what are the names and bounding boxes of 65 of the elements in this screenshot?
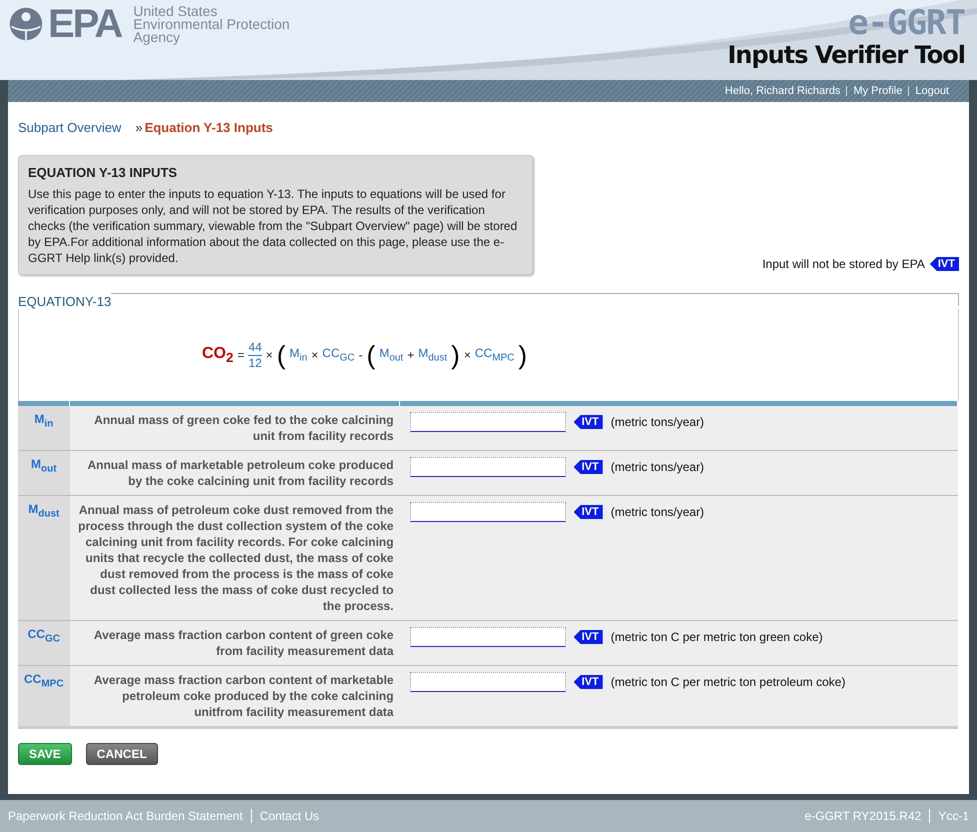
equation-variable: M$_{out}$: [379, 346, 404, 364]
input-description: Annual mass of marketable petroleum coke produced by the coke calcining unit from facility records: [87, 458, 394, 488]
unit-label: (metric ton C per metric ton petroleum coke): [610, 675, 846, 689]
variable-symbol: M$_{out}$: [31, 457, 57, 471]
agency-name-line: Environmental Protection: [133, 18, 290, 30]
equation-operator: =: [237, 348, 244, 362]
ivt-badge: IVT: [574, 505, 603, 519]
input-field[interactable]: [410, 412, 566, 432]
unit-label: (metric tons/year): [610, 505, 704, 519]
input-description: Annual mass of petroleum coke dust removed from the process through the dust collection system of the coke calcining unit from facility records. For coke calcining units that recycle the collected dust, the mass of coke dust removed from the process is the mass of coke dust collected less the mass of coke dust recycled to the process.: [78, 503, 394, 613]
ivt-badge: IVT: [574, 675, 603, 689]
save-button[interactable]: SAVE: [18, 743, 72, 765]
user-link[interactable]: My Profile: [853, 85, 902, 97]
variable-symbol: M$_{in}$: [34, 412, 54, 426]
product-name: e-GGRT: [848, 6, 965, 40]
equation-operator: -: [358, 348, 363, 362]
equation-variable: M$_{in}$: [289, 346, 308, 364]
input-description: Average mass fraction carbon content of green coke from facility measurement data: [94, 628, 394, 658]
info-title: EQUATION Y-13 INPUTS: [28, 165, 178, 180]
ivt-badge: IVT: [930, 257, 959, 271]
agency-name-line: Agency: [133, 30, 180, 44]
equation-operator: +: [407, 348, 414, 362]
equation-legend: EQUATIONY-13: [18, 291, 112, 309]
equation-operator: ×: [266, 348, 273, 362]
version-text: Ycc-1: [938, 809, 969, 823]
input-description: Average mass fraction carbon content of marketable petroleum coke produced by the coke calcining unitfrom facility measurement data: [94, 673, 394, 719]
input-field[interactable]: [410, 502, 566, 522]
variable-symbol: CC$_{GC}$: [28, 627, 60, 641]
version-text: e-GGRT RY2015.R42: [804, 809, 922, 823]
unit-label: (metric tons/year): [610, 460, 704, 474]
flower-logo-icon: [8, 6, 44, 42]
variable-symbol: CC$_{MPC}$: [24, 672, 64, 686]
equation-variable: CC$_{GC}$: [322, 346, 355, 364]
fraction-denominator: 12: [248, 354, 262, 370]
equation-variable: CC$_{MPC}$: [474, 346, 514, 364]
variable-symbol: M$_{dust}$: [28, 502, 60, 516]
info-text: Use this page to enter the inputs to equation Y-13. The inputs to equations will be used for verification purposes only, and will not be stored by EPA. The results of the verification checks (the verification summary, viewable from the "Subpart Overview" page) will be stored by EPA.For additional information about the data collected on this page, please use the e-GGRT Help link(s) provided.: [28, 186, 518, 266]
input-field[interactable]: [410, 457, 566, 477]
tool-title: Inputs Verifier Tool: [727, 40, 965, 70]
equation-result: CO$_{2}$: [202, 344, 234, 366]
equation-parenthesis: ): [518, 342, 528, 368]
equation-operator: ×: [464, 348, 471, 362]
agency-name-line: United States: [133, 4, 218, 18]
unit-label: (metric ton C per metric ton green coke): [610, 630, 823, 644]
greeting-text: Hello, Richard Richards: [724, 85, 840, 97]
equation-parenthesis: (: [366, 342, 376, 368]
breadcrumb-link[interactable]: Subpart Overview: [18, 120, 122, 135]
input-field[interactable]: [410, 672, 566, 692]
equation-variable: M$_{dust}$: [418, 346, 448, 364]
breadcrumb-separator: »: [135, 120, 143, 135]
equation-parenthesis: (: [276, 342, 286, 368]
cancel-button[interactable]: CANCEL: [86, 743, 158, 765]
ivt-badge: IVT: [574, 630, 603, 644]
logo-text: EPA: [48, 4, 122, 44]
input-field[interactable]: [410, 627, 566, 647]
user-link[interactable]: Logout: [915, 85, 949, 97]
equation-operator: ×: [311, 348, 318, 362]
ivt-badge: IVT: [574, 460, 603, 474]
ivt-badge: IVT: [574, 415, 603, 429]
breadcrumb-link[interactable]: Equation Y-13 Inputs: [144, 120, 273, 135]
storage-note: Input will not be stored by EPA: [762, 257, 925, 271]
equation-parenthesis: ): [451, 342, 460, 368]
input-description: Annual mass of green coke fed to the coke calcining unit from facility records: [94, 413, 394, 443]
unit-label: (metric tons/year): [610, 415, 704, 429]
fraction-numerator: 44: [248, 340, 262, 354]
